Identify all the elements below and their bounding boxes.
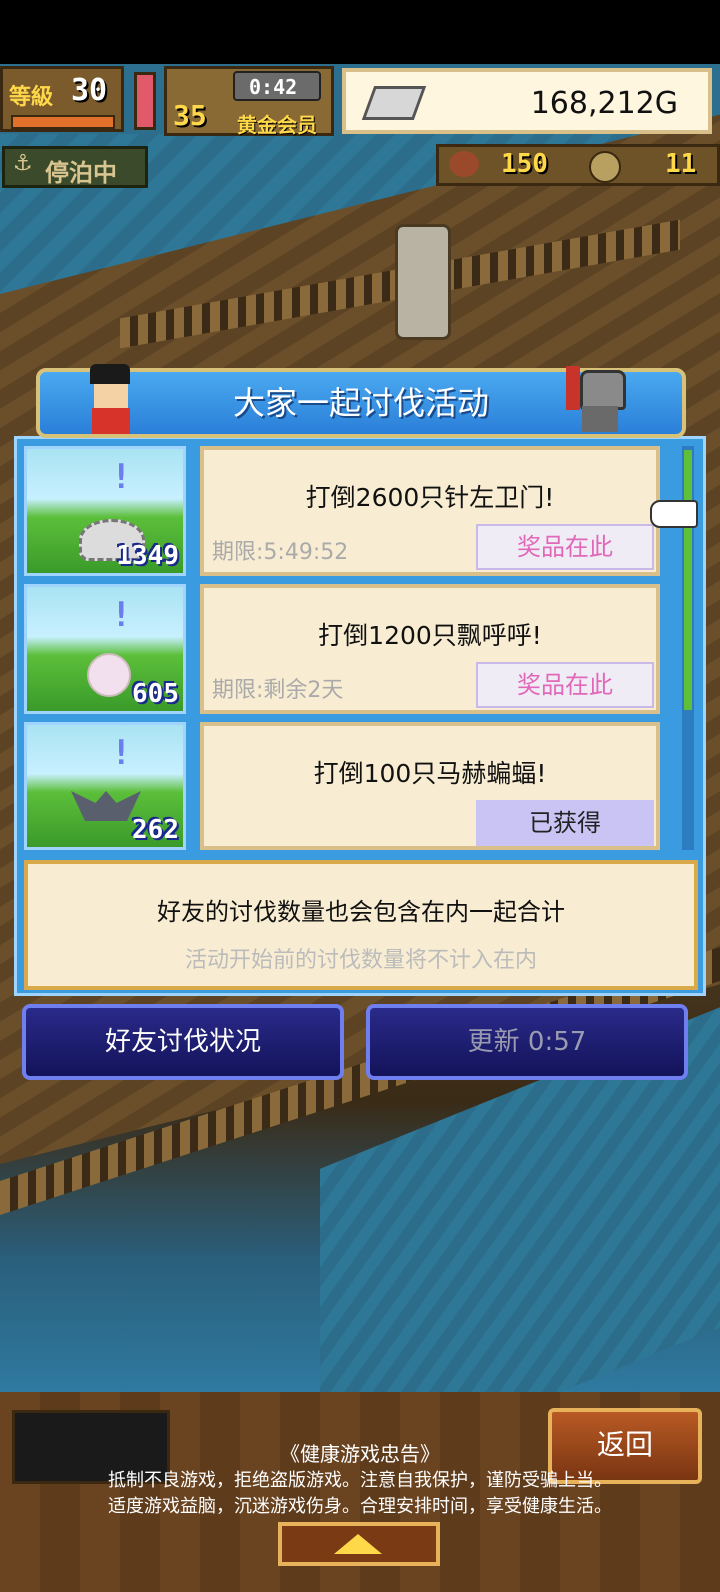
meat-count: 150	[501, 149, 548, 179]
info-sub-text: 活动开始前的讨伐数量将不计入在内	[184, 948, 537, 973]
level-value: 30	[71, 73, 108, 108]
timer-box: 0:42	[233, 71, 321, 101]
gold-panel: 168,212G	[342, 68, 712, 134]
health-notice-title: 《健康游戏忠告》	[280, 1442, 440, 1466]
monster-thumbnail: ! 262	[24, 722, 186, 850]
quest-card: 打倒2600只针左卫门! 期限:5:49:52 奖品在此	[200, 446, 660, 576]
quest-deadline: 期限:5:49:52	[212, 540, 349, 565]
level-panel: 等級 30	[0, 66, 124, 132]
rank-value: 35	[173, 99, 207, 132]
membership-label: 黄金会员	[237, 113, 317, 137]
silver-bar-icon	[361, 86, 427, 120]
arrow-up-icon	[334, 1534, 382, 1554]
friend-status-button[interactable]: 好友讨伐状况	[22, 1004, 344, 1080]
quest-card: 打倒1200只飘呼呼! 期限:剩余2天 奖品在此	[200, 584, 660, 714]
exp-bar	[11, 115, 115, 129]
status-text: 停泊中	[45, 159, 117, 187]
monster-thumbnail: ! 605	[24, 584, 186, 714]
exclamation-icon: !	[111, 733, 132, 773]
knight-avatar-icon	[566, 360, 632, 436]
expand-menu-button[interactable]	[278, 1522, 440, 1566]
kill-count: 1349	[116, 541, 179, 571]
gold-amount: 168,212G	[530, 86, 678, 121]
health-notice-line2: 适度游戏益脑，沉迷游戏伤身。合理安排时间，享受健康生活。	[108, 1496, 612, 1517]
quest-deadline: 期限:剩余2天	[212, 678, 344, 703]
info-panel: 好友的讨伐数量也会包含在内一起合计 活动开始前的讨伐数量将不计入在内	[24, 860, 698, 990]
monster-thumbnail: ! 1349	[24, 446, 186, 576]
kill-count: 605	[132, 679, 179, 709]
refresh-button[interactable]: 更新 0:57	[366, 1004, 688, 1080]
exclamation-icon: !	[111, 595, 132, 635]
quest-title: 打倒2600只针左卫门!	[305, 483, 555, 512]
level-label: 等級	[9, 85, 54, 110]
anchor-icon: ⚓	[13, 151, 33, 176]
status-bar-area	[0, 0, 720, 64]
ghost-monster-icon	[87, 653, 131, 697]
meat-icon	[449, 151, 479, 177]
status-badge: ⚓ 停泊中	[2, 146, 148, 188]
bat-monster-icon	[71, 791, 141, 821]
bottom-bar: 返回 《健康游戏忠告》 抵制不良游戏，拒绝盗版游戏。注意自我保护，谨防受骗上当。…	[0, 1392, 720, 1592]
info-main-text: 好友的讨伐数量也会包含在内一起合计	[157, 898, 565, 926]
coin-count: 11	[665, 149, 697, 179]
kill-count: 262	[132, 815, 179, 845]
claim-prize-button[interactable]: 奖品在此	[476, 524, 654, 570]
rank-panel: 35 0:42 黄金会员	[164, 66, 334, 137]
stamina-bar	[134, 72, 156, 130]
quest-title: 打倒100只马赫蝙蝠!	[313, 759, 547, 788]
medal-icon	[589, 151, 621, 183]
resource-panel: 150 11	[436, 144, 720, 186]
scrollbar-thumb[interactable]	[684, 450, 692, 710]
pirate-avatar-icon	[78, 360, 144, 436]
pointer-hand-icon	[650, 500, 698, 528]
obtained-button[interactable]: 已获得	[476, 800, 654, 846]
health-notice-line1: 抵制不良游戏，拒绝盗版游戏。注意自我保护，谨防受骗上当。	[108, 1470, 612, 1491]
claim-prize-button[interactable]: 奖品在此	[476, 662, 654, 708]
quest-title: 打倒1200只飘呼呼!	[318, 621, 542, 650]
timer: 0:42	[249, 75, 298, 99]
quest-card: 打倒100只马赫蝙蝠! 已获得	[200, 722, 660, 850]
exclamation-icon: !	[111, 457, 132, 497]
